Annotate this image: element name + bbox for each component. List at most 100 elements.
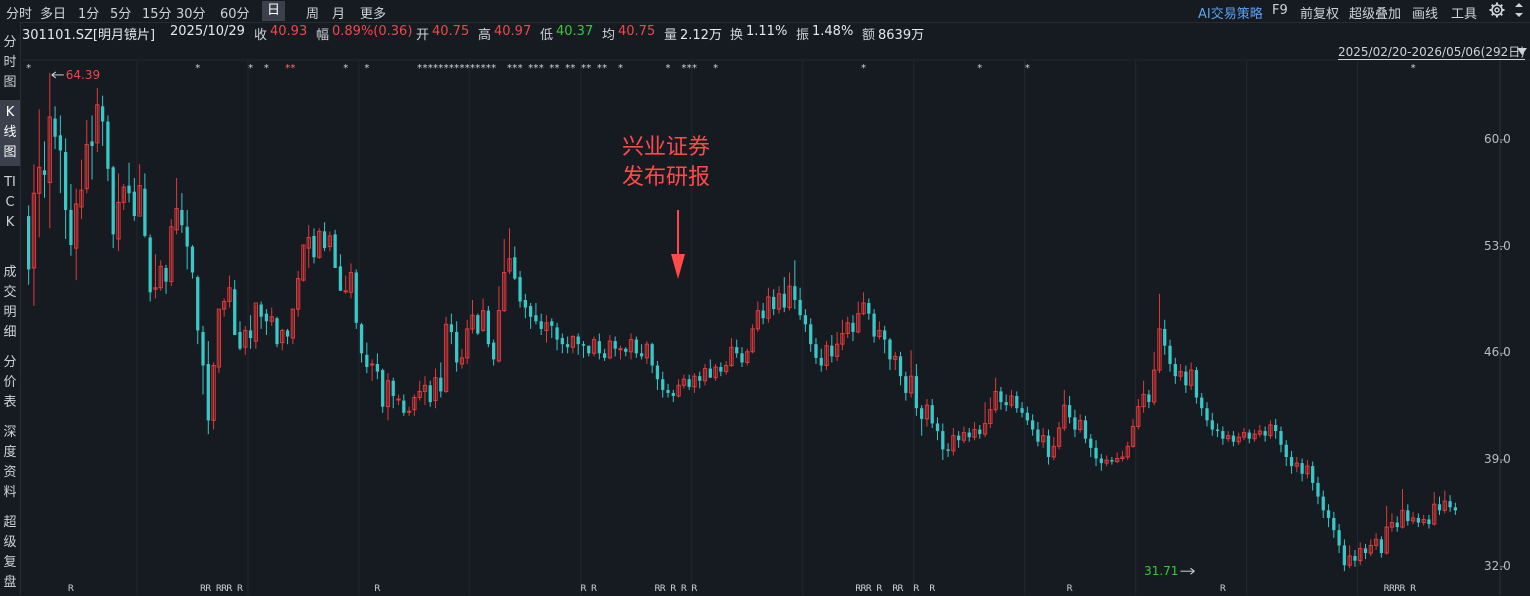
candle-body bbox=[602, 353, 607, 358]
period-tab-8[interactable]: 周 bbox=[306, 3, 319, 22]
change-value: 0.89%(0.36) bbox=[332, 24, 413, 39]
candle-body bbox=[798, 299, 802, 316]
event-star: * bbox=[491, 63, 496, 74]
candle-body bbox=[1015, 395, 1019, 409]
volume-value: 2.12万 bbox=[680, 28, 722, 43]
candle-body bbox=[624, 348, 628, 352]
candle-body bbox=[359, 324, 364, 354]
event-star: * bbox=[417, 63, 422, 74]
candle-body bbox=[888, 339, 892, 360]
candle-body bbox=[708, 368, 712, 378]
period-tab-5[interactable]: 30分 bbox=[176, 3, 206, 22]
period-tab-10[interactable]: 更多 bbox=[360, 3, 386, 22]
sidebar-item-3[interactable]: 成交明细 bbox=[0, 260, 20, 346]
date-range-label[interactable]: 2025/02/20-2026/05/06(292日) bbox=[1338, 45, 1525, 60]
candle-body bbox=[354, 272, 358, 323]
candle-body bbox=[1326, 510, 1331, 518]
event-star: * bbox=[475, 63, 480, 74]
candle-body bbox=[63, 152, 68, 210]
event-star: * bbox=[195, 63, 200, 74]
candle-body bbox=[935, 423, 940, 432]
event-star: * bbox=[343, 63, 348, 74]
event-star: * bbox=[549, 63, 554, 74]
low-mark-label: 31.71 bbox=[1144, 564, 1178, 578]
candle-body bbox=[402, 400, 406, 413]
candle-body bbox=[560, 338, 564, 345]
event-star: * bbox=[666, 63, 671, 74]
triangle-down-icon[interactable] bbox=[1516, 44, 1528, 58]
period-tab-6[interactable]: 60分 bbox=[220, 3, 250, 22]
sidebar-item-4[interactable]: 分价表 bbox=[0, 350, 20, 416]
candle-body bbox=[666, 389, 670, 393]
quote-info-bar: 301101.SZ[明月镜片] 2025/10/29 收 40.93 幅 0.8… bbox=[22, 22, 1530, 43]
layout-icon[interactable] bbox=[1511, 2, 1527, 18]
toolbar-right-item-3[interactable]: 超级叠加 bbox=[1349, 3, 1401, 22]
toolbar-right-item-1[interactable]: F9 bbox=[1272, 3, 1288, 18]
rights-marker: R bbox=[205, 584, 211, 594]
candle-body bbox=[1416, 517, 1421, 523]
candlestick-chart[interactable]: * * * * * * * * * * * * * * * * * * * * * * * * * * * * * * * * * * * * * * * *… bbox=[22, 42, 1530, 595]
rights-marker: R bbox=[1066, 584, 1072, 594]
candle-body bbox=[1205, 408, 1209, 421]
candle-body bbox=[322, 231, 327, 249]
candle-body bbox=[761, 310, 765, 319]
rights-marker: R bbox=[681, 584, 687, 594]
open-value: 40.75 bbox=[432, 24, 470, 39]
candle-body bbox=[143, 188, 147, 236]
turnover-value: 1.11% bbox=[746, 24, 788, 39]
period-tab-3[interactable]: 5分 bbox=[110, 3, 131, 22]
candle-body bbox=[920, 408, 924, 419]
event-star: * bbox=[570, 63, 575, 74]
rights-marker: R bbox=[1399, 584, 1405, 594]
rights-marker: R bbox=[670, 584, 676, 594]
toolbar-right-item-0[interactable]: AI交易策略 bbox=[1198, 3, 1263, 22]
candle-body bbox=[1247, 432, 1251, 439]
turnover-label: 换 bbox=[730, 28, 744, 43]
toolbar-right-item-2[interactable]: 前复权 bbox=[1300, 3, 1339, 22]
sidebar-item-0[interactable]: 分时图 bbox=[0, 30, 20, 96]
event-star: * bbox=[438, 63, 443, 74]
candle-body bbox=[338, 266, 343, 291]
toolbar-right-item-4[interactable]: 画线 bbox=[1412, 3, 1438, 22]
candle-body bbox=[1004, 402, 1008, 406]
candle-body bbox=[1094, 447, 1098, 459]
candle-body bbox=[587, 345, 591, 354]
stock-code: 301101.SZ[明月镜片] bbox=[22, 28, 156, 43]
period-tab-7[interactable]: 日 bbox=[262, 1, 286, 21]
candle-body bbox=[1337, 530, 1341, 546]
period-tab-1[interactable]: 多日 bbox=[40, 3, 66, 22]
period-tab-4[interactable]: 15分 bbox=[142, 3, 172, 22]
candle-body bbox=[634, 339, 638, 354]
candle-body bbox=[1020, 408, 1024, 413]
sidebar-item-5[interactable]: 深度资料 bbox=[0, 420, 20, 506]
candle-body bbox=[999, 391, 1003, 403]
candle-body bbox=[275, 318, 279, 345]
annotation-arrow-head bbox=[671, 254, 686, 279]
event-star: * bbox=[444, 63, 449, 74]
candle-body bbox=[1067, 405, 1072, 418]
candle-body bbox=[803, 315, 808, 325]
candle-body bbox=[1231, 435, 1236, 442]
candle-body bbox=[90, 141, 94, 146]
candle-body bbox=[655, 365, 660, 380]
sidebar-item-1[interactable]: K线图 bbox=[0, 100, 20, 166]
candle-body bbox=[127, 185, 131, 194]
sidebar-item-2[interactable]: TICK bbox=[0, 170, 20, 256]
period-tab-0[interactable]: 分时 bbox=[6, 3, 32, 22]
event-star: * bbox=[290, 63, 295, 74]
candle-body bbox=[449, 324, 454, 332]
toolbar-right-item-5[interactable]: 工具 bbox=[1451, 3, 1477, 22]
sidebar-item-6[interactable]: 超级复盘 bbox=[0, 510, 20, 596]
period-tab-2[interactable]: 1分 bbox=[78, 3, 99, 22]
gear-icon[interactable] bbox=[1488, 1, 1506, 19]
event-star: * bbox=[687, 63, 692, 74]
sidebar-item-label: 分时图 bbox=[3, 35, 17, 90]
candle-body bbox=[248, 330, 253, 339]
amplitude-value: 1.48% bbox=[812, 24, 854, 39]
candle-body bbox=[381, 370, 385, 407]
candle-body bbox=[132, 191, 136, 217]
event-star: * bbox=[586, 63, 591, 74]
period-tab-9[interactable]: 月 bbox=[332, 3, 345, 22]
candle-body bbox=[185, 226, 189, 247]
y-tick-label: 46.0 bbox=[1484, 345, 1511, 360]
